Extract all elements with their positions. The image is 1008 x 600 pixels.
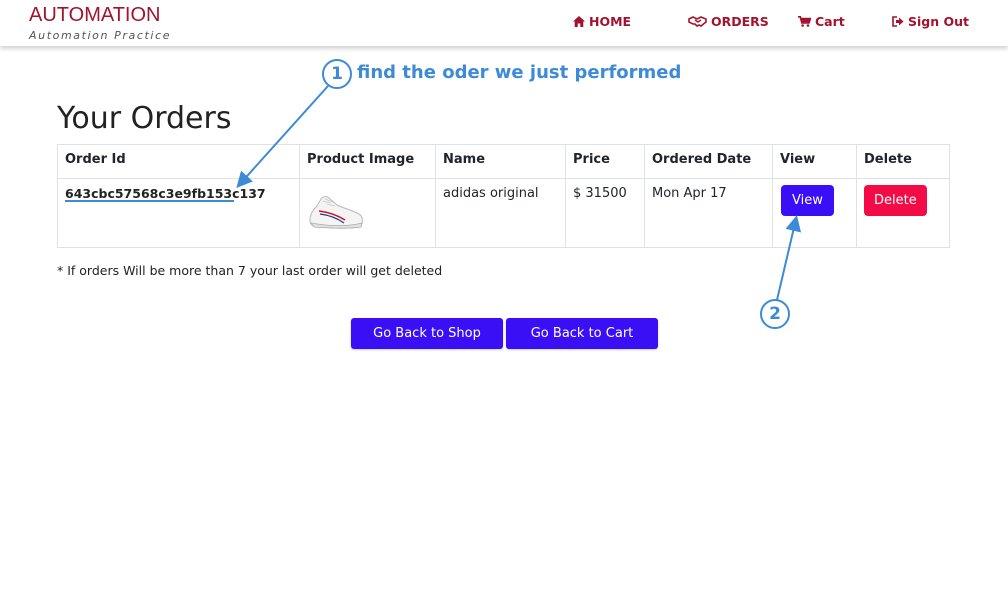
handshake-icon bbox=[688, 16, 707, 27]
home-icon bbox=[573, 16, 585, 27]
sneaker-image bbox=[307, 190, 428, 232]
column-header-product-image: Product Image bbox=[299, 144, 436, 179]
brand-title: AUTOMATION bbox=[29, 4, 161, 26]
order-id-cell: 643cbc57568c3e9fb153c137 bbox=[57, 178, 300, 248]
annotation-step-1-text: find the oder we just performed bbox=[357, 62, 682, 83]
nav-orders-label: ORDERS bbox=[711, 14, 769, 29]
column-header-price: Price bbox=[565, 144, 645, 179]
orders-limit-note: * If orders Will be more than 7 your las… bbox=[57, 263, 443, 278]
delete-order-button[interactable]: Delete bbox=[864, 185, 927, 216]
column-header-delete: Delete bbox=[856, 144, 950, 179]
go-back-to-shop-button[interactable]: Go Back to Shop bbox=[351, 318, 503, 349]
column-header-name: Name bbox=[435, 144, 566, 179]
nav-orders[interactable]: ORDERS bbox=[688, 14, 769, 29]
table-row: 643cbc57568c3e9fb153c137 adidas original… bbox=[57, 178, 950, 248]
column-header-ordered-date: Ordered Date bbox=[644, 144, 773, 179]
view-order-button[interactable]: View bbox=[781, 185, 834, 216]
column-header-order-id: Order Id bbox=[57, 144, 300, 179]
product-image-cell bbox=[299, 178, 436, 248]
column-header-view: View bbox=[772, 144, 857, 179]
go-back-to-cart-button[interactable]: Go Back to Cart bbox=[506, 318, 658, 349]
brand-logo[interactable]: AUTOMATION Automation Practice bbox=[29, 3, 171, 42]
top-navbar: AUTOMATION Automation Practice HOME ORDE… bbox=[0, 0, 1008, 46]
annotation-arrows bbox=[65, 85, 802, 301]
sign-out-icon bbox=[892, 16, 904, 27]
page-title: Your Orders bbox=[57, 101, 232, 136]
nav-signout-label: Sign Out bbox=[908, 14, 969, 29]
nav-home-label: HOME bbox=[589, 14, 632, 29]
orders-table: Order Id Product Image Name Price Ordere… bbox=[57, 144, 950, 248]
nav-cart[interactable]: Cart bbox=[798, 14, 845, 29]
brand-subtitle: Automation Practice bbox=[29, 29, 172, 42]
cart-icon bbox=[798, 16, 811, 27]
delete-cell: Delete bbox=[856, 178, 950, 248]
view-cell: View bbox=[772, 178, 857, 248]
nav-signout[interactable]: Sign Out bbox=[892, 14, 969, 29]
nav-home[interactable]: HOME bbox=[573, 14, 631, 29]
order-id: 643cbc57568c3e9fb153c137 bbox=[65, 186, 266, 201]
price-cell: $ 31500 bbox=[565, 178, 645, 248]
nav-cart-label: Cart bbox=[815, 14, 845, 29]
product-name-cell: adidas original bbox=[435, 178, 566, 248]
table-header-row: Order Id Product Image Name Price Ordere… bbox=[57, 144, 950, 179]
annotation-step-1-badge: 1 bbox=[322, 59, 352, 89]
ordered-date-cell: Mon Apr 17 bbox=[644, 178, 773, 248]
annotation-step-2-badge: 2 bbox=[760, 299, 790, 329]
